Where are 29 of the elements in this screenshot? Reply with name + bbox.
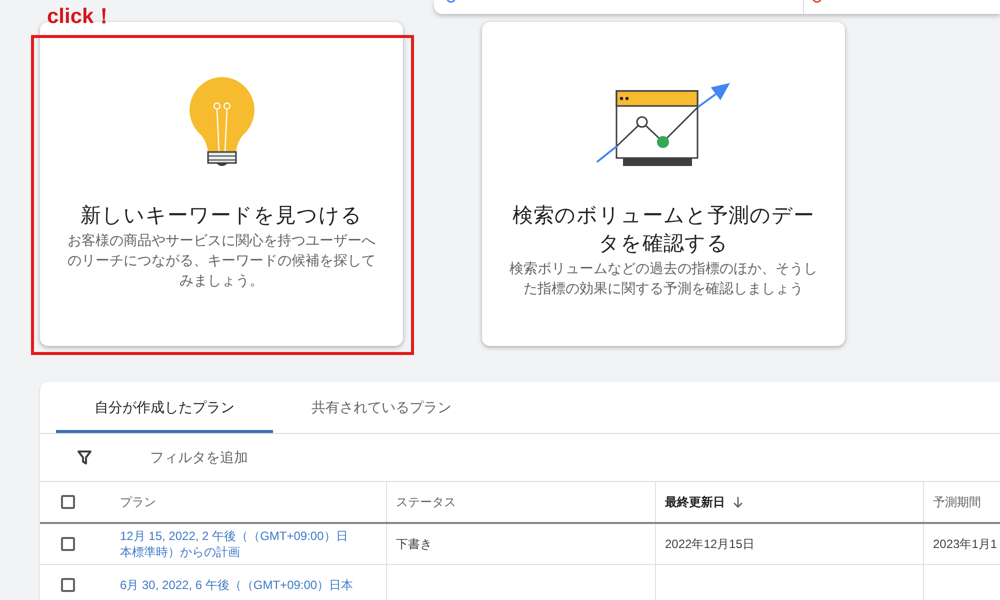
feature-card[interactable]: 新しいキーワードを見つける お客様の商品やサービスに関心を持つユーザーへのリーチにつながる、キーワードの候補を探してみましょう。: [40, 22, 403, 346]
checkbox[interactable]: [61, 578, 75, 592]
lightbulb-icon: [186, 76, 256, 168]
column-header[interactable]: 予測期間: [933, 494, 981, 510]
card-title: 新しいキーワードを見つける: [80, 203, 362, 229]
ring-icon: [812, 0, 822, 3]
data-point: [656, 136, 668, 148]
sort-down-icon[interactable]: [733, 496, 743, 508]
column-header[interactable]: ステータス: [396, 494, 456, 510]
checkbox[interactable]: [61, 537, 75, 551]
column-header[interactable]: プラン: [120, 494, 156, 510]
table-cell: 2023年1月1: [923, 524, 1000, 564]
data-point: [636, 116, 648, 128]
table-cell: 2022年12月15日: [655, 524, 923, 564]
browser-window-icon: [615, 90, 698, 166]
checkbox[interactable]: [61, 495, 75, 509]
tab[interactable]: 共有されているプラン: [273, 382, 490, 433]
column-header[interactable]: 最終更新日: [665, 494, 725, 510]
tab[interactable]: 自分が作成したプラン: [56, 382, 273, 433]
plan-link[interactable]: 6月 30, 2022, 6 午後（（GMT+09:00）日本: [120, 573, 354, 597]
filter-icon[interactable]: [77, 450, 92, 465]
ring-icon: [446, 0, 456, 3]
table-cell: 下書き: [386, 524, 655, 564]
card-description: 検索ボリュームなどの過去の指標のほか、そうした指標の効果に関する予測を確認しましょう: [508, 259, 818, 298]
card-description: お客様の商品やサービスに関心を持つユーザーへのリーチにつながる、キーワードの候補を探してみましょう。: [66, 231, 376, 290]
plan-link[interactable]: 12月 15, 2022, 2 午後（（GMT+09:00）日本標準時）からの計画: [120, 524, 356, 564]
add-filter-button[interactable]: フィルタを追加: [150, 448, 248, 466]
card-title: 検索のボリュームと予測のデータを確認する: [512, 203, 816, 257]
feature-card[interactable]: 検索のボリュームと予測のデータを確認する 検索ボリュームなどの過去の指標のほか、そうした指標の効果に関する予測を確認しましょう: [482, 22, 845, 346]
